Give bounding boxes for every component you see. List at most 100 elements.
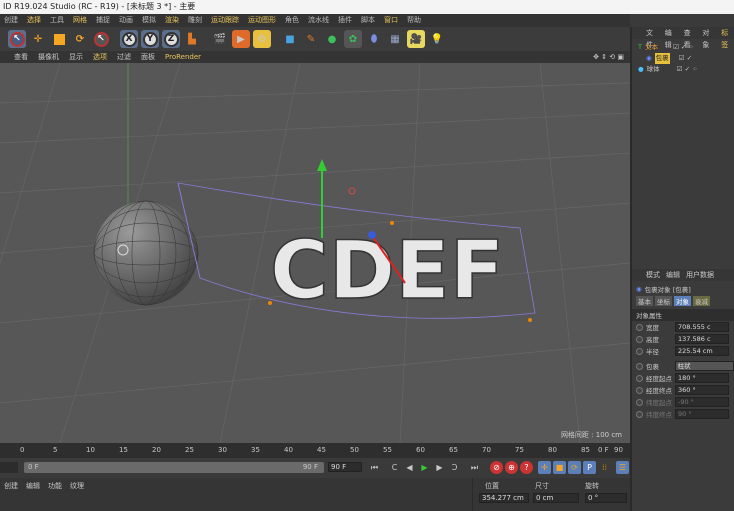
size-x-field[interactable]: 0 cm — [533, 493, 579, 503]
light-button[interactable]: 💡 — [428, 30, 446, 48]
viewport-menu-panel[interactable]: 面板 — [141, 51, 155, 63]
prev-key-button[interactable]: C — [388, 461, 401, 474]
z-axis-button[interactable]: Z — [162, 30, 180, 48]
menu-render[interactable]: 渲染 — [165, 14, 179, 27]
mograph-cloner-button[interactable]: ✿ — [344, 30, 362, 48]
camera-button[interactable]: 🎥 — [407, 30, 425, 48]
x-axis-button[interactable]: X — [120, 30, 138, 48]
cube-button[interactable]: ■ — [281, 30, 299, 48]
keyframe-selection-button[interactable]: ? — [520, 461, 533, 474]
attr-subtab-basic[interactable]: 基本 — [636, 296, 653, 306]
om-tab-view[interactable]: 查看 — [684, 27, 697, 49]
prev-frame-button[interactable]: ◀ — [403, 461, 416, 474]
menu-mesh[interactable]: 网格 — [73, 14, 87, 27]
om-tab-tags[interactable]: 标签 — [721, 27, 734, 49]
width-field[interactable]: 708.555 c — [675, 322, 729, 332]
attr-tab-edit[interactable]: 编辑 — [666, 269, 680, 281]
y-axis-button[interactable]: Y — [141, 30, 159, 48]
goto-start-button[interactable]: ⏮ — [368, 461, 381, 474]
frame-range-slider[interactable]: 0 F 90 F — [24, 462, 324, 473]
key-parameter-button[interactable]: P — [583, 461, 596, 474]
key-position-button[interactable]: ✛ — [538, 461, 551, 474]
menu-window[interactable]: 窗口 — [384, 14, 398, 27]
play-button[interactable]: ▶ — [418, 461, 431, 474]
attr-tab-mode[interactable]: 模式 — [646, 269, 660, 281]
autokey-button[interactable]: ⊕ — [505, 461, 518, 474]
recent-tool-button[interactable]: ↖ — [92, 30, 110, 48]
menu-tools[interactable]: 工具 — [50, 14, 64, 27]
subdivision-button[interactable]: ● — [323, 30, 341, 48]
wrap-mode-select[interactable]: 柱状 — [674, 361, 734, 371]
object-row-wrap[interactable]: ◉ 包裹 ☑ ✓ — [638, 53, 734, 64]
om-tab-file[interactable]: 文件 — [646, 27, 659, 49]
move-tool-button[interactable]: ✛ — [29, 30, 47, 48]
current-frame-field[interactable] — [0, 462, 18, 473]
key-pla-button[interactable]: ⁞⁞ — [598, 461, 611, 474]
position-x-field[interactable]: 354.277 cm — [479, 493, 529, 503]
menu-motion-tracking[interactable]: 运动跟踪 — [211, 14, 239, 27]
timeline-window-button[interactable]: ☰ — [616, 461, 629, 474]
viewport-menu-prorender[interactable]: ProRender — [165, 51, 201, 63]
coordinates-manager: 位置 尺寸 旋转 354.277 cm 0 cm 0 ° — [472, 478, 630, 511]
menu-animate[interactable]: 动画 — [119, 14, 133, 27]
viewport-menu-display[interactable]: 显示 — [69, 51, 83, 63]
render-picture-viewer-button[interactable]: ▶ — [232, 30, 250, 48]
radius-field[interactable]: 225.54 cm — [675, 346, 729, 356]
latitude-end-field[interactable]: 90 ° — [675, 409, 729, 419]
viewport-menu-cameras[interactable]: 摄像机 — [38, 51, 59, 63]
viewport-menu-options[interactable]: 选项 — [93, 51, 107, 63]
attr-subtab-object[interactable]: 对象 — [674, 296, 691, 306]
mat-menu-edit[interactable]: 编辑 — [26, 481, 40, 491]
menu-mograph[interactable]: 运动图形 — [248, 14, 276, 27]
om-tab-objects[interactable]: 对象 — [702, 27, 715, 49]
floor-button[interactable]: ▦ — [386, 30, 404, 48]
menu-select[interactable]: 选择 — [27, 14, 41, 27]
next-frame-button[interactable]: ▶ — [433, 461, 446, 474]
menu-script[interactable]: 脚本 — [361, 14, 375, 27]
rotate-tool-button[interactable]: ⟳ — [71, 30, 89, 48]
object-row-text[interactable]: T 文本 ☑ ✓ ⁘ — [638, 42, 734, 53]
om-tab-edit[interactable]: 编辑 — [665, 27, 678, 49]
end-frame-field[interactable]: 90 F — [328, 462, 362, 472]
menu-pipeline[interactable]: 流水线 — [308, 14, 329, 27]
deformer-button[interactable]: ⬮ — [365, 30, 383, 48]
render-settings-button[interactable]: ⚙ — [253, 30, 271, 48]
key-rotation-button[interactable]: ⟳ — [568, 461, 581, 474]
pen-button[interactable]: ✎ — [302, 30, 320, 48]
viewport-nav-icons[interactable]: ✥ ⇕ ⟲ ▣ — [593, 51, 624, 63]
longitude-end-field[interactable]: 360 ° — [675, 385, 729, 395]
attr-subtab-coord[interactable]: 坐标 — [655, 296, 672, 306]
object-row-sphere[interactable]: ● 球体 ☑ ✓ ⁘ — [638, 64, 734, 75]
3d-viewport[interactable]: CDEF 网格间距 : 100 cm — [0, 62, 631, 444]
viewport-menu-view[interactable]: 查看 — [14, 51, 28, 63]
height-field[interactable]: 137.586 c — [675, 334, 729, 344]
attr-tab-user-data[interactable]: 用户数据 — [686, 269, 714, 281]
coordinate-system-button[interactable]: ▙ — [183, 30, 201, 48]
viewport-menu-filter[interactable]: 过滤 — [117, 51, 131, 63]
menu-create[interactable]: 创建 — [4, 14, 18, 27]
goto-end-button[interactable]: ⏭ — [468, 461, 481, 474]
timeline-tick: 85 — [581, 446, 590, 454]
menu-plugins[interactable]: 插件 — [338, 14, 352, 27]
mat-menu-function[interactable]: 功能 — [48, 481, 62, 491]
render-view-button[interactable]: 🎬 — [211, 30, 229, 48]
menu-character[interactable]: 角色 — [285, 14, 299, 27]
menu-sculpt[interactable]: 雕刻 — [188, 14, 202, 27]
key-scale-button[interactable]: ■ — [553, 461, 566, 474]
longitude-start-field[interactable]: 180 ° — [675, 373, 729, 383]
latitude-start-field[interactable]: -90 ° — [675, 397, 729, 407]
mat-menu-texture[interactable]: 纹理 — [70, 481, 84, 491]
text-object[interactable]: CDEF — [269, 223, 505, 318]
scale-tool-button[interactable] — [50, 30, 68, 48]
menu-simulate[interactable]: 模拟 — [142, 14, 156, 27]
attr-subtab-falloff[interactable]: 衰减 — [693, 296, 710, 306]
mat-menu-create[interactable]: 创建 — [4, 481, 18, 491]
timeline-ruler[interactable]: 0 5 10 15 20 25 30 35 40 45 50 55 60 65 70 75 80 85 90 0 F — [0, 443, 630, 458]
select-tool-button[interactable]: ↖ — [8, 30, 26, 48]
object-list: T 文本 ☑ ✓ ⁘ ◉ 包裹 ☑ ✓ ● 球体 ☑ ✓ ⁘ — [632, 39, 734, 269]
next-key-button[interactable]: Ↄ — [448, 461, 461, 474]
menu-help[interactable]: 帮助 — [407, 14, 421, 27]
menu-snap[interactable]: 捕捉 — [96, 14, 110, 27]
record-button[interactable]: ⊘ — [490, 461, 503, 474]
rotation-h-field[interactable]: 0 ° — [585, 493, 627, 503]
